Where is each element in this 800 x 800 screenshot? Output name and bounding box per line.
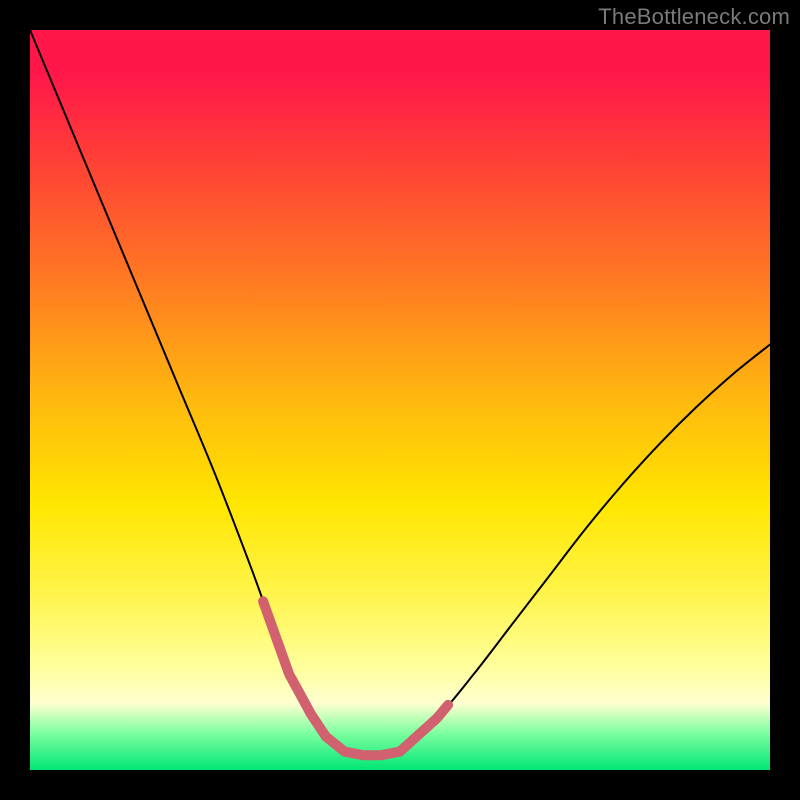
curve-highlight-right xyxy=(400,705,448,752)
curve-path xyxy=(30,30,770,756)
bottleneck-curve xyxy=(30,30,770,770)
plot-area xyxy=(30,30,770,770)
curve-highlight-bottom xyxy=(326,737,400,756)
chart-frame: TheBottleneck.com xyxy=(0,0,800,800)
curve-highlight-left xyxy=(263,601,326,736)
watermark-text: TheBottleneck.com xyxy=(598,4,790,30)
